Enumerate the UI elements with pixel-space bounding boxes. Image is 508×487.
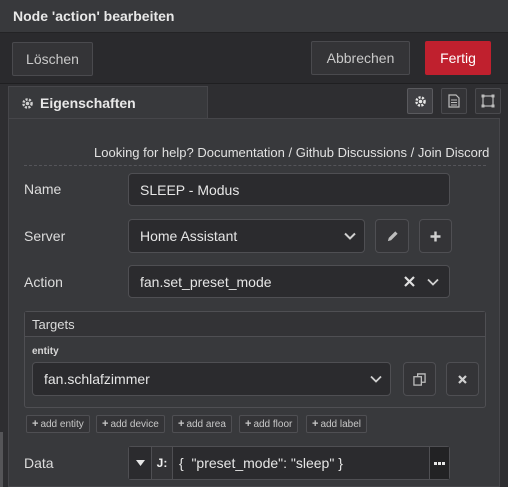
github-discussions-link[interactable]: Github Discussions bbox=[296, 145, 407, 160]
data-typed-input: J: { "preset_mode": "sleep" } bbox=[128, 446, 450, 480]
page-title: Node 'action' bearbeiten bbox=[13, 8, 175, 24]
plus-icon: + bbox=[32, 418, 39, 430]
chip-label: add floor bbox=[253, 418, 293, 430]
settings-tab-button[interactable] bbox=[407, 88, 433, 114]
close-icon bbox=[458, 374, 467, 384]
help-links: Looking for help? Documentation / Github… bbox=[94, 145, 489, 160]
chip-label: add device bbox=[110, 418, 159, 430]
action-select-controls bbox=[404, 276, 439, 287]
add-entity-chip[interactable]: + add entity bbox=[26, 415, 90, 433]
help-separator: / bbox=[288, 145, 293, 160]
remove-entity-button[interactable] bbox=[446, 362, 479, 396]
plus-icon bbox=[430, 231, 441, 241]
delete-button[interactable]: Löschen bbox=[12, 42, 93, 76]
copy-entity-button[interactable] bbox=[403, 362, 436, 396]
join-discord-link[interactable]: Join Discord bbox=[418, 145, 490, 160]
plus-icon: + bbox=[312, 418, 319, 430]
plus-icon: + bbox=[245, 418, 252, 430]
data-label: Data bbox=[24, 455, 54, 471]
name-input[interactable]: SLEEP - Modus bbox=[128, 173, 450, 206]
caret-down-icon bbox=[135, 460, 145, 466]
plus-icon: + bbox=[178, 418, 185, 430]
clear-x-icon[interactable] bbox=[404, 276, 415, 287]
more-icon bbox=[434, 461, 445, 465]
chevron-down-icon[interactable] bbox=[427, 278, 439, 286]
chevron-down-icon bbox=[344, 232, 356, 240]
expand-editor-button[interactable] bbox=[429, 447, 449, 479]
data-json-value[interactable]: { "preset_mode": "sleep" } bbox=[173, 447, 429, 479]
chevron-down-icon bbox=[370, 375, 382, 383]
server-label: Server bbox=[24, 228, 66, 244]
help-separator: / bbox=[410, 145, 415, 160]
gear-icon bbox=[22, 97, 33, 109]
name-label: Name bbox=[24, 181, 62, 197]
type-select[interactable] bbox=[129, 447, 152, 479]
appearance-tab-button[interactable] bbox=[475, 88, 501, 114]
add-label-chip[interactable]: + add label bbox=[306, 415, 368, 433]
tab-properties[interactable]: Eigenschaften bbox=[8, 86, 208, 119]
pencil-icon bbox=[387, 230, 398, 241]
chip-label: add label bbox=[320, 418, 362, 430]
edit-server-button[interactable] bbox=[375, 219, 409, 253]
tab-properties-label: Eigenschaften bbox=[40, 95, 136, 111]
plus-icon: + bbox=[102, 418, 109, 430]
action-label: Action bbox=[24, 274, 63, 290]
action-select-value: fan.set_preset_mode bbox=[140, 273, 272, 290]
help-prefix: Looking for help? bbox=[94, 145, 194, 160]
json-type-badge: J: bbox=[152, 447, 173, 479]
entity-select-value: fan.schlafzimmer bbox=[44, 371, 150, 387]
add-floor-chip[interactable]: + add floor bbox=[239, 415, 299, 433]
chip-label: add area bbox=[186, 418, 226, 430]
add-device-chip[interactable]: + add device bbox=[96, 415, 165, 433]
targets-title: Targets bbox=[25, 312, 485, 337]
description-tab-button[interactable] bbox=[441, 88, 467, 114]
chip-label: add entity bbox=[40, 418, 84, 430]
document-icon bbox=[448, 94, 460, 108]
add-area-chip[interactable]: + add area bbox=[172, 415, 232, 433]
frame-icon bbox=[481, 94, 495, 108]
gear-icon bbox=[414, 95, 426, 107]
resize-edge bbox=[0, 432, 3, 487]
cancel-button[interactable]: Abbrechen bbox=[311, 41, 410, 75]
server-select[interactable]: Home Assistant bbox=[128, 219, 365, 253]
server-select-value: Home Assistant bbox=[140, 228, 238, 244]
action-select[interactable]: fan.set_preset_mode bbox=[128, 265, 450, 298]
copy-icon bbox=[413, 372, 426, 386]
add-server-button[interactable] bbox=[419, 219, 452, 253]
done-button[interactable]: Fertig bbox=[425, 41, 491, 75]
documentation-link[interactable]: Documentation bbox=[197, 145, 284, 160]
entity-label: entity bbox=[32, 346, 59, 357]
entity-select[interactable]: fan.schlafzimmer bbox=[32, 362, 391, 396]
divider bbox=[24, 165, 486, 166]
